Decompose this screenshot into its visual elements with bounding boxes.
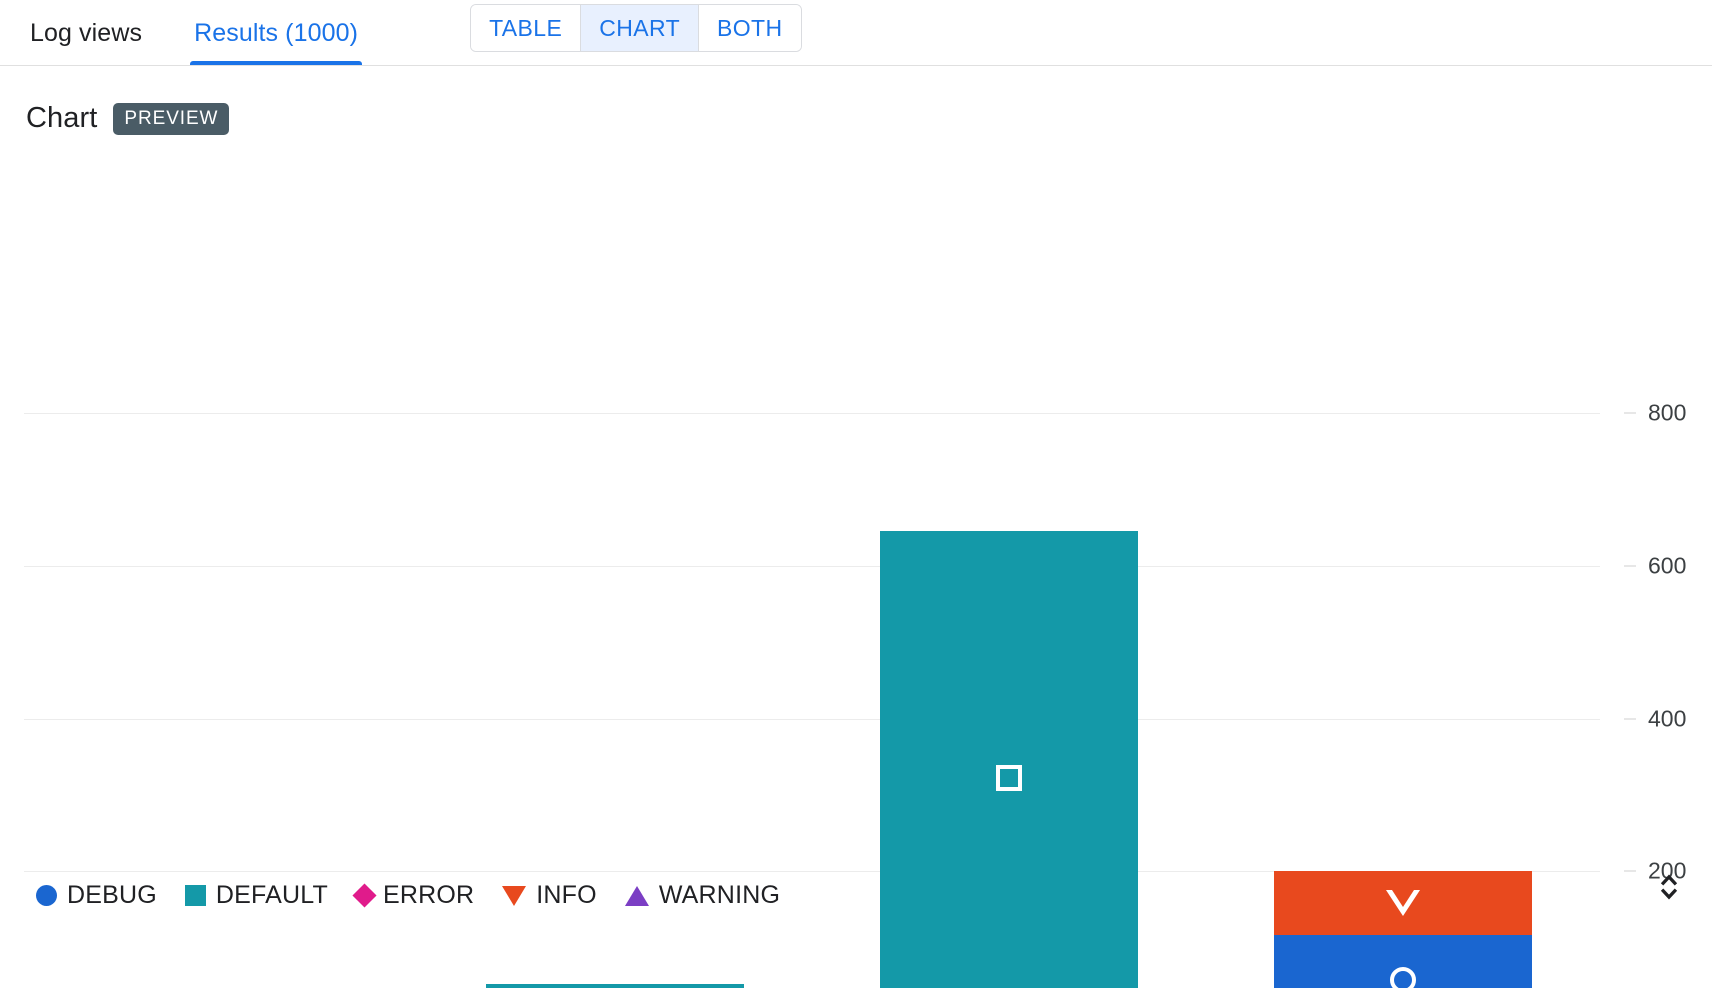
y-axis-tick-label: 400 <box>1648 705 1687 731</box>
y-tick-mark <box>1624 718 1636 719</box>
legend-item-warning[interactable]: WARNING <box>624 881 781 910</box>
legend-item-error[interactable]: ERROR <box>352 881 475 910</box>
diamond-icon <box>352 883 377 908</box>
view-mode-both-button[interactable]: BOTH <box>699 5 801 51</box>
chart-canvas[interactable]: 0200400600800gce_instance_group_managerg… <box>24 138 1686 988</box>
triangle-up-icon <box>624 885 649 906</box>
legend-item-info[interactable]: INFO <box>502 881 597 910</box>
legend-item-label: ERROR <box>382 881 475 909</box>
gridline <box>24 565 1600 567</box>
legend-item-default[interactable]: DEFAULT <box>184 881 328 910</box>
expand-chart-button[interactable] <box>1648 864 1690 910</box>
bar-segment[interactable] <box>1274 935 1532 988</box>
view-mode-toggle: TABLE CHART BOTH <box>470 4 802 52</box>
bar-segment[interactable] <box>880 531 1138 988</box>
circle-icon <box>36 885 57 906</box>
legend-item-label: INFO <box>536 881 597 909</box>
bar-segment[interactable] <box>486 984 744 988</box>
y-tick-mark <box>1624 565 1636 567</box>
legend-item-label: DEBUG <box>67 881 157 909</box>
legend-item-label: WARNING <box>658 881 781 909</box>
chart-header: Chart PREVIEW <box>0 66 1712 138</box>
view-mode-chart-button[interactable]: CHART <box>581 5 700 51</box>
tab-log-views-label: Log views <box>30 18 143 47</box>
tab-results-label: Results (1000) <box>194 18 359 47</box>
y-axis-tick-label: 800 <box>1648 399 1687 426</box>
tab-log-views[interactable]: Log views <box>26 0 146 66</box>
tab-results[interactable]: Results (1000) <box>190 0 363 66</box>
gridline <box>24 718 1600 720</box>
results-tabbar: Log views Results (1000) TABLE CHART BOT… <box>0 0 1712 66</box>
chart-legend: DEBUG DEFAULT ERROR INFO WARNING <box>36 881 808 910</box>
bar-segment[interactable] <box>1274 871 1532 936</box>
gridline <box>24 413 1600 414</box>
y-tick-mark <box>1624 412 1636 414</box>
page-title: Chart <box>26 102 98 134</box>
legend-item-label: DEFAULT <box>215 881 328 909</box>
y-axis-tick-label: 600 <box>1648 552 1687 579</box>
tab-active-underline <box>190 61 363 66</box>
legend-item-debug[interactable]: DEBUG <box>36 881 157 910</box>
triangle-down-icon <box>502 885 527 906</box>
preview-badge: PREVIEW <box>113 102 230 135</box>
square-icon <box>184 885 206 906</box>
unfold-more-icon <box>1660 874 1678 900</box>
y-tick-mark <box>1624 870 1636 872</box>
chart-plot-area: 0200400600800gce_instance_group_managerg… <box>0 138 1712 988</box>
view-mode-table-button[interactable]: TABLE <box>471 5 582 51</box>
